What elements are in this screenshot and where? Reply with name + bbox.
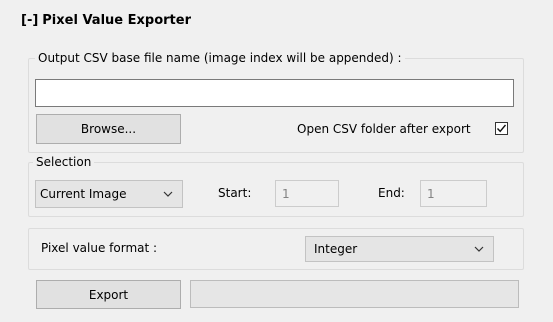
selection-group-label: Selection xyxy=(33,155,95,169)
pixel-format-dropdown[interactable]: Integer xyxy=(305,236,494,262)
panel-title: Pixel Value Exporter xyxy=(42,13,191,28)
panel-header[interactable]: [-] Pixel Value Exporter xyxy=(21,13,191,28)
checkmark-icon xyxy=(496,124,507,133)
open-folder-label: Open CSV folder after export xyxy=(297,122,471,136)
pixel-format-value: Integer xyxy=(314,242,358,256)
csv-filename-input[interactable] xyxy=(35,79,514,107)
browse-button[interactable]: Browse... xyxy=(36,114,181,144)
pixel-format-label: Pixel value format : xyxy=(41,241,158,255)
chevron-down-icon xyxy=(474,246,484,252)
end-input[interactable]: 1 xyxy=(420,180,487,207)
output-group-label: Output CSV base file name (image index w… xyxy=(35,51,405,65)
collapse-toggle[interactable]: [-] xyxy=(21,13,38,28)
start-input[interactable]: 1 xyxy=(275,180,339,207)
export-button[interactable]: Export xyxy=(36,280,181,309)
export-progress-bar xyxy=(190,280,519,308)
chevron-down-icon xyxy=(163,191,173,197)
selection-mode-dropdown[interactable]: Current Image xyxy=(35,180,183,208)
end-label: End: xyxy=(378,186,405,200)
start-label: Start: xyxy=(218,186,252,200)
open-folder-checkbox[interactable] xyxy=(495,122,508,135)
selection-mode-value: Current Image xyxy=(40,187,127,201)
